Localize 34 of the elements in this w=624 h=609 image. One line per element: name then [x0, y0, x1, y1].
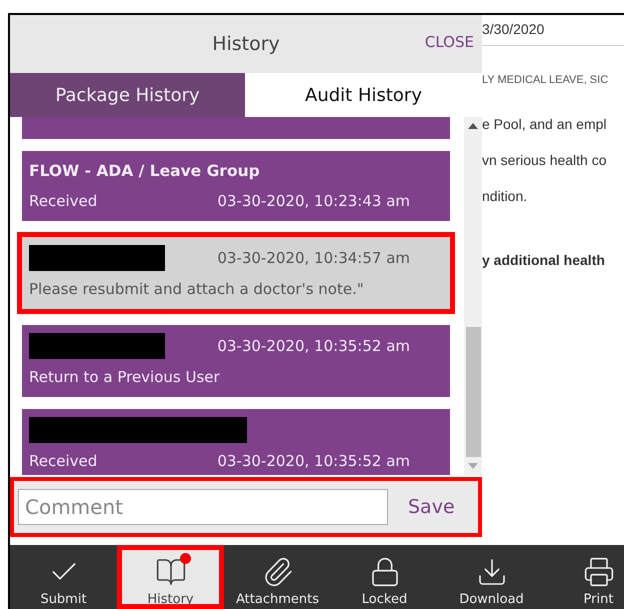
toolbar-button[interactable]: Print — [545, 545, 624, 609]
history-entry[interactable]: 03-30-2020, 10:35:52 am Return to a Previous User — [22, 325, 450, 397]
panel-title: History — [212, 33, 280, 55]
save-button[interactable]: Save — [402, 495, 461, 519]
entry-text: Received — [29, 452, 98, 470]
entry-text: Please resubmit and attach a doctor's note." — [29, 280, 364, 298]
scroll-down-icon[interactable] — [468, 463, 478, 469]
scroll-up-icon[interactable] — [468, 123, 478, 129]
history-entry[interactable]: FLOW - ADA / Leave Group Received 03-30-2020, 10:23:43 am — [22, 151, 450, 221]
entry-time: 03-30-2020, 10:35:52 am — [217, 337, 410, 355]
toolbar-button[interactable]: History — [117, 545, 224, 609]
document-text: vn serious health co — [482, 152, 608, 168]
comment-field[interactable]: Comment — [18, 489, 388, 525]
close-button[interactable]: CLOSE — [424, 33, 474, 51]
document-text: LY MEDICAL LEAVE, SIC — [482, 74, 610, 86]
history-entry[interactable]: Received 03-30-2020, 10:35:52 am — [22, 409, 450, 475]
printer-icon — [582, 556, 614, 588]
entry-time: 03-30-2020, 10:35:52 am — [217, 452, 410, 470]
document-text: 3/30/2020 — [482, 21, 546, 37]
document-text: y additional health — [482, 252, 606, 268]
document-text: ndition. — [482, 188, 528, 204]
toolbar-button[interactable]: Submit — [10, 545, 117, 609]
document-text: e Pool, and an empl — [482, 116, 608, 132]
toolbar-button[interactable]: Download — [438, 545, 545, 609]
comment-entry[interactable]: 03-30-2020, 10:34:57 am Please resubmit and attach a doctor's note." — [22, 237, 450, 309]
scrollbar[interactable] — [464, 117, 482, 475]
tab[interactable]: Package History — [10, 73, 245, 117]
entry-text: Received — [29, 192, 98, 210]
entry-text: Return to a Previous User — [29, 368, 220, 386]
toolbar-button[interactable]: Locked — [331, 545, 438, 609]
entry-time: 03-30-2020, 10:34:57 am — [217, 249, 410, 267]
toolbar-button[interactable]: Attachments — [224, 545, 331, 609]
entry-time: 03-30-2020, 10:23:43 am — [217, 192, 410, 210]
entry-title: FLOW - ADA / Leave Group — [29, 162, 260, 180]
